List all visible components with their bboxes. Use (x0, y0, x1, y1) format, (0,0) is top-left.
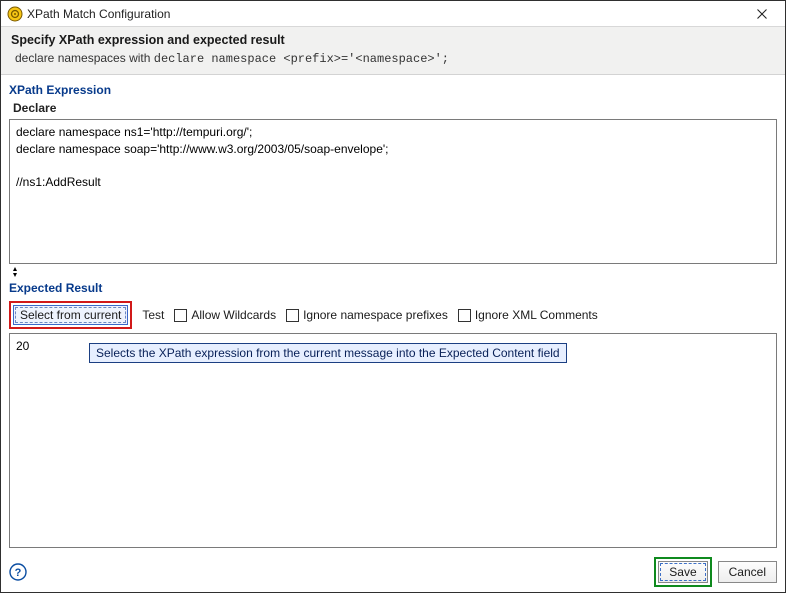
chevron-up-down-icon (9, 267, 29, 277)
expected-toolbar: Select from current Test Allow Wildcards… (9, 301, 777, 329)
xpath-section: XPath Expression Declare (9, 81, 777, 264)
xpath-section-title: XPath Expression (9, 83, 777, 97)
xpath-match-config-window: XPath Match Configuration Specify XPath … (0, 0, 786, 593)
header: Specify XPath expression and expected re… (1, 27, 785, 75)
ignore-namespace-prefixes-checkbox[interactable]: Ignore namespace prefixes (286, 308, 448, 322)
titlebar: XPath Match Configuration (1, 1, 785, 27)
header-main-text: Specify XPath expression and expected re… (11, 33, 775, 47)
allow-wildcards-checkbox[interactable]: Allow Wildcards (174, 308, 276, 322)
xpath-expression-textarea[interactable] (9, 119, 777, 264)
footer: ? Save Cancel (1, 554, 785, 592)
select-from-current-tooltip: Selects the XPath expression from the cu… (89, 343, 567, 363)
svg-text:?: ? (15, 567, 22, 579)
expected-section-title: Expected Result (9, 281, 777, 295)
close-button[interactable] (745, 1, 779, 26)
content-area: XPath Expression Declare Expected Result… (1, 75, 785, 554)
ignore-xml-comments-label: Ignore XML Comments (475, 308, 598, 322)
cancel-button[interactable]: Cancel (718, 561, 777, 583)
select-from-current-highlight: Select from current (9, 301, 132, 329)
checkbox-icon (286, 309, 299, 322)
header-sub-prefix: declare namespaces with (15, 51, 154, 65)
header-sub-text: declare namespaces with declare namespac… (11, 51, 775, 66)
app-icon (7, 6, 23, 22)
checkbox-icon (458, 309, 471, 322)
select-from-current-button[interactable]: Select from current (13, 305, 128, 325)
test-link[interactable]: Test (142, 308, 164, 322)
splitter-handle[interactable] (9, 265, 777, 279)
window-title: XPath Match Configuration (23, 7, 745, 21)
expected-result-textarea[interactable] (9, 333, 777, 548)
checkbox-icon (174, 309, 187, 322)
close-icon (757, 9, 767, 19)
allow-wildcards-label: Allow Wildcards (191, 308, 276, 322)
declare-label: Declare (13, 101, 777, 115)
help-icon: ? (9, 563, 27, 581)
ignore-xml-comments-checkbox[interactable]: Ignore XML Comments (458, 308, 598, 322)
save-button[interactable]: Save (658, 561, 707, 583)
expected-result-section: Expected Result Select from current Test… (9, 279, 777, 548)
save-button-highlight: Save (654, 557, 711, 587)
header-sub-mono: declare namespace <prefix>='<namespace>'… (154, 52, 449, 66)
ignore-namespace-label: Ignore namespace prefixes (303, 308, 448, 322)
help-button[interactable]: ? (9, 563, 27, 581)
